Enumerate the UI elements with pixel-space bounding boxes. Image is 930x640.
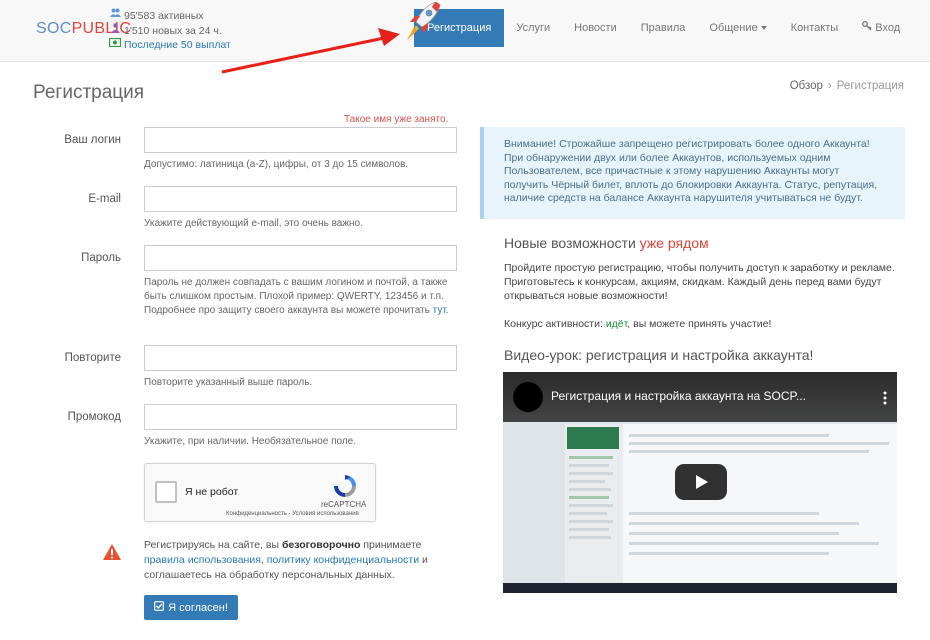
more-options-icon[interactable] [883, 391, 887, 405]
play-button-icon[interactable] [675, 464, 727, 500]
repeat-password-input[interactable] [144, 345, 457, 371]
payouts-link[interactable]: Последние 50 выплат [124, 38, 231, 52]
nav-news[interactable]: Новости [562, 9, 629, 47]
login-hint: Допустимо: латиница (a-Z), цифры, от 3 д… [144, 159, 409, 170]
recaptcha-label: Я не робот [185, 486, 239, 498]
password-label: Пароль [81, 252, 121, 264]
chevron-right-icon: › [827, 80, 832, 92]
repeat-hint: Повторите указанный выше пароль. [144, 377, 313, 388]
promo-hint: Укажите, при наличии. Необязательное пол… [144, 436, 356, 447]
chevron-down-icon [760, 26, 767, 31]
users-icon [109, 8, 121, 23]
breadcrumb: Обзор › Регистрация [790, 80, 904, 92]
password-help-link[interactable]: тут [433, 305, 446, 316]
stat-active: 95'583 активных [109, 8, 231, 23]
promo-label: Промокод [67, 411, 121, 423]
warning-icon [103, 544, 121, 560]
video-frame-taskbar [503, 583, 897, 593]
nav-login[interactable]: Вход [850, 9, 912, 47]
recaptcha-brand: reCAPTCHA [321, 500, 367, 509]
video-frame-logo [567, 427, 619, 449]
recaptcha-checkbox[interactable] [155, 481, 177, 503]
nav-community[interactable]: Общение [697, 9, 778, 47]
top-navbar: SOCPUBLIC 95'583 активных 1'510 новых за… [0, 0, 930, 62]
agreement-text: Регистрируясь на сайте, вы безоговорочно… [144, 539, 428, 581]
repeat-label: Повторите [64, 352, 121, 364]
terms-link[interactable]: правила использования [144, 554, 261, 566]
new-features-text: Пройдите простую регистрацию, чтобы полу… [504, 262, 895, 302]
recaptcha-logo-icon [334, 475, 356, 497]
breadcrumb-overview[interactable]: Обзор [790, 80, 823, 92]
login-error: Такое имя уже занято. [344, 114, 449, 125]
email-input[interactable] [144, 186, 457, 212]
main-nav: Регистрация Услуги Новости Правила Общен… [414, 9, 912, 47]
privacy-link[interactable]: политику конфиденциальности [267, 554, 419, 566]
login-label: Ваш логин [64, 134, 121, 146]
nav-rules[interactable]: Правила [629, 9, 698, 47]
multi-account-warning: Внимание! Строжайше запрещено регистриро… [480, 127, 905, 219]
site-stats: 95'583 активных 1'510 новых за 24 ч. Пос… [108, 8, 231, 52]
agree-submit-button[interactable]: Я согласен! [144, 595, 238, 620]
email-hint: Укажите действующий e-mail, это очень ва… [144, 218, 363, 229]
nav-contacts[interactable]: Контакты [779, 9, 851, 47]
video-player[interactable]: Регистрация и настройка аккаунта на SOCP… [503, 372, 897, 593]
page-title: Регистрация [33, 82, 145, 103]
password-hint: Пароль не должен совпадать с вашим логин… [144, 277, 449, 316]
login-input[interactable] [144, 127, 457, 153]
contest-status[interactable]: идёт [606, 318, 627, 330]
contest-text: Конкурс активности: идёт, вы можете прин… [504, 318, 772, 330]
promo-input[interactable] [144, 404, 457, 430]
recaptcha-widget: Я не робот reCAPTCHA Конфиденциальность … [144, 463, 376, 522]
breadcrumb-current: Регистрация [836, 80, 904, 92]
stat-payouts[interactable]: Последние 50 выплат [108, 37, 231, 52]
check-square-icon [154, 601, 164, 614]
password-input[interactable] [144, 245, 457, 271]
recaptcha-terms[interactable]: Конфиденциальность - Условия использован… [226, 511, 359, 517]
stat-new: 1'510 новых за 24 ч. [109, 23, 231, 38]
video-heading: Видео-урок: регистрация и настройка акка… [504, 347, 814, 363]
key-icon [862, 21, 875, 34]
user-icon [109, 23, 121, 38]
email-label: E-mail [88, 193, 121, 205]
rocket-icon [407, 1, 441, 40]
nav-services[interactable]: Услуги [504, 9, 562, 47]
video-frame-content [623, 424, 897, 589]
video-title[interactable]: Регистрация и настройка аккаунта на SOCP… [551, 389, 806, 403]
money-icon [108, 37, 122, 52]
channel-avatar[interactable] [513, 382, 543, 412]
new-features-heading: Новые возможности уже рядом [504, 235, 709, 251]
